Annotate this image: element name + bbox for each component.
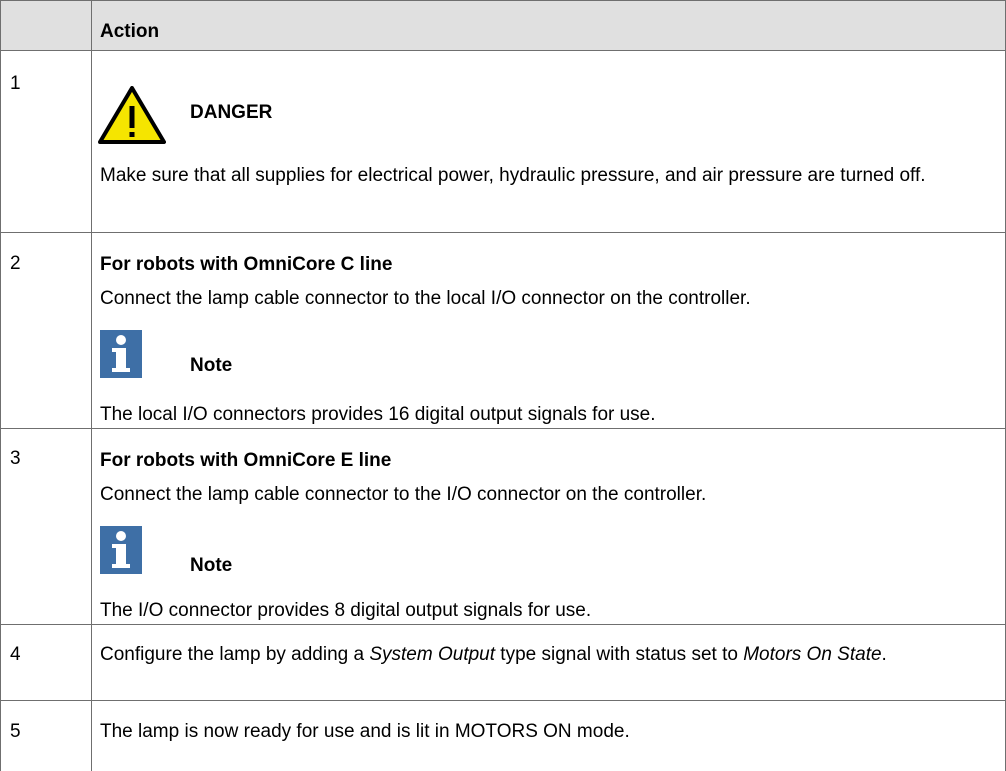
grid-line: [0, 0, 1, 771]
step-text: The lamp is now ready for use and is lit…: [100, 721, 630, 742]
step-number: 1: [10, 73, 21, 94]
grid-line: [91, 0, 92, 771]
step-number: 3: [10, 448, 21, 469]
procedure-table: Action 1 DANGER Make sure that all suppl…: [0, 0, 1006, 771]
danger-title: DANGER: [190, 102, 273, 123]
grid-line: [0, 428, 1006, 429]
note-title: Note: [190, 555, 233, 576]
step-heading: For robots with OmniCore E line: [100, 450, 392, 471]
step-heading: For robots with OmniCore C line: [100, 254, 393, 275]
info-icon: [100, 330, 142, 378]
step-number: 2: [10, 253, 21, 274]
header-action: Action: [100, 21, 160, 42]
step-number: 4: [10, 644, 21, 665]
note-text: The I/O connector provides 8 digital out…: [100, 600, 592, 621]
note-text: The local I/O connectors provides 16 dig…: [100, 404, 656, 425]
warning-triangle-icon: [98, 86, 166, 144]
grid-line: [0, 700, 1006, 701]
step-text: Connect the lamp cable connector to the …: [100, 484, 707, 505]
grid-line: [0, 0, 1006, 1]
info-icon: [100, 526, 142, 574]
step-text: Connect the lamp cable connector to the …: [100, 288, 751, 309]
note-title: Note: [190, 355, 233, 376]
step-number: 5: [10, 721, 21, 742]
step-text: Configure the lamp by adding a System Ou…: [100, 644, 887, 665]
grid-line: [0, 624, 1006, 625]
grid-line: [0, 50, 1006, 51]
danger-text: Make sure that all supplies for electric…: [100, 165, 926, 186]
grid-line: [0, 232, 1006, 233]
